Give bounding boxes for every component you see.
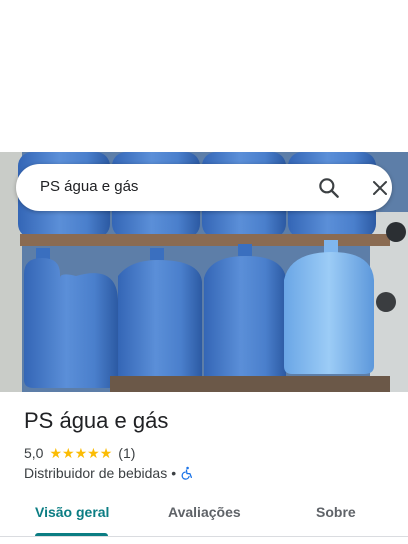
star-icon: ★ xyxy=(87,445,100,461)
star-icon: ★ xyxy=(62,445,75,461)
star-icon: ★ xyxy=(99,445,113,461)
review-count[interactable]: (1) xyxy=(118,445,135,461)
star-rating: ★ ★ ★ ★ ★ xyxy=(49,446,112,460)
search-input[interactable]: PS água e gás xyxy=(40,178,138,195)
divider xyxy=(0,536,408,537)
tab-about[interactable]: Sobre xyxy=(316,504,356,520)
category-row: Distribuidor de bebidas • xyxy=(24,464,194,482)
separator: • xyxy=(171,465,177,481)
blank-area xyxy=(0,0,408,152)
search-icon[interactable] xyxy=(316,175,342,201)
search-bar[interactable]: PS água e gás xyxy=(16,164,392,211)
wheelchair-icon xyxy=(180,466,194,480)
rating-value: 5,0 xyxy=(24,445,44,461)
close-icon[interactable] xyxy=(368,176,392,200)
tab-overview[interactable]: Visão geral xyxy=(35,504,109,520)
rating-row[interactable]: 5,0 ★ ★ ★ ★ ★ (1) xyxy=(24,444,135,462)
place-category: Distribuidor de bebidas xyxy=(24,465,168,481)
place-tabs: Visão geral Avaliações Sobre xyxy=(0,494,408,538)
star-icon: ★ xyxy=(49,445,63,461)
star-icon: ★ xyxy=(74,445,88,461)
tab-reviews[interactable]: Avaliações xyxy=(168,504,241,520)
place-name: PS água e gás xyxy=(24,408,169,433)
